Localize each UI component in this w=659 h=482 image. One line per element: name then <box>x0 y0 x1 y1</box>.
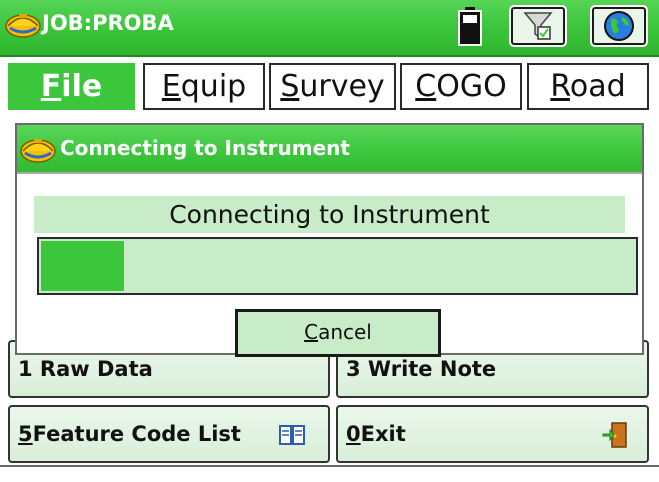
feature-code-label: Feature Code List <box>32 422 241 446</box>
book-icon <box>279 425 305 445</box>
menu-bar: File Equip Survey COGO Road <box>0 59 659 112</box>
job-title: JOB:PROBA <box>42 11 174 35</box>
exit-door-icon <box>602 422 627 448</box>
tab-equip[interactable]: Equip <box>143 63 265 110</box>
title-bar: JOB:PROBA <box>0 0 659 57</box>
tab-road[interactable]: Road <box>527 63 649 110</box>
progress-bar <box>37 237 638 295</box>
tab-survey-mnemonic: S <box>280 69 300 104</box>
tab-cogo-mnemonic: C <box>415 69 437 104</box>
dialog-title-bar: Connecting to Instrument <box>17 125 642 172</box>
exit-number: 0 <box>346 422 361 446</box>
battery-icon <box>458 7 482 46</box>
tab-equip-mnemonic: E <box>161 69 181 104</box>
bottom-divider <box>0 465 659 467</box>
cancel-label: ancel <box>318 320 372 344</box>
hardhat-logo-icon <box>20 139 56 163</box>
hardhat-logo-icon <box>5 14 41 38</box>
tab-equip-label: quip <box>180 69 247 104</box>
exit-label: Exit <box>360 422 406 446</box>
tab-file-label: ile <box>61 69 103 104</box>
exit-button[interactable]: 0Exit <box>336 405 649 463</box>
tab-road-mnemonic: R <box>550 69 570 104</box>
tab-file[interactable]: File <box>8 63 135 110</box>
dialog-title: Connecting to Instrument <box>60 136 350 160</box>
dialog-divider <box>17 172 642 182</box>
battery-indicator <box>456 5 484 47</box>
tab-survey-label: urvey <box>299 69 385 104</box>
tab-road-label: oad <box>569 69 626 104</box>
globe-icon <box>604 11 634 41</box>
tab-survey[interactable]: Survey <box>269 63 396 110</box>
feature-code-number: 5 <box>18 422 33 446</box>
globe-button[interactable] <box>590 5 648 47</box>
status-text: Connecting to Instrument <box>34 196 625 233</box>
filter-button[interactable] <box>509 5 567 47</box>
raw-data-label: 1 Raw Data <box>18 357 153 381</box>
cancel-button[interactable]: Cancel <box>235 309 441 357</box>
filter-icon <box>523 12 553 40</box>
connecting-dialog: Connecting to Instrument Connecting to I… <box>15 123 644 357</box>
progress-fill <box>41 241 124 291</box>
tab-cogo[interactable]: COGO <box>400 63 522 110</box>
feature-code-list-button[interactable]: 5Feature Code List <box>8 405 330 463</box>
cancel-mnemonic: C <box>304 320 319 344</box>
tab-cogo-label: OGO <box>436 69 507 104</box>
write-note-label: 3 Write Note <box>346 357 497 381</box>
tab-file-mnemonic: F <box>40 69 62 104</box>
